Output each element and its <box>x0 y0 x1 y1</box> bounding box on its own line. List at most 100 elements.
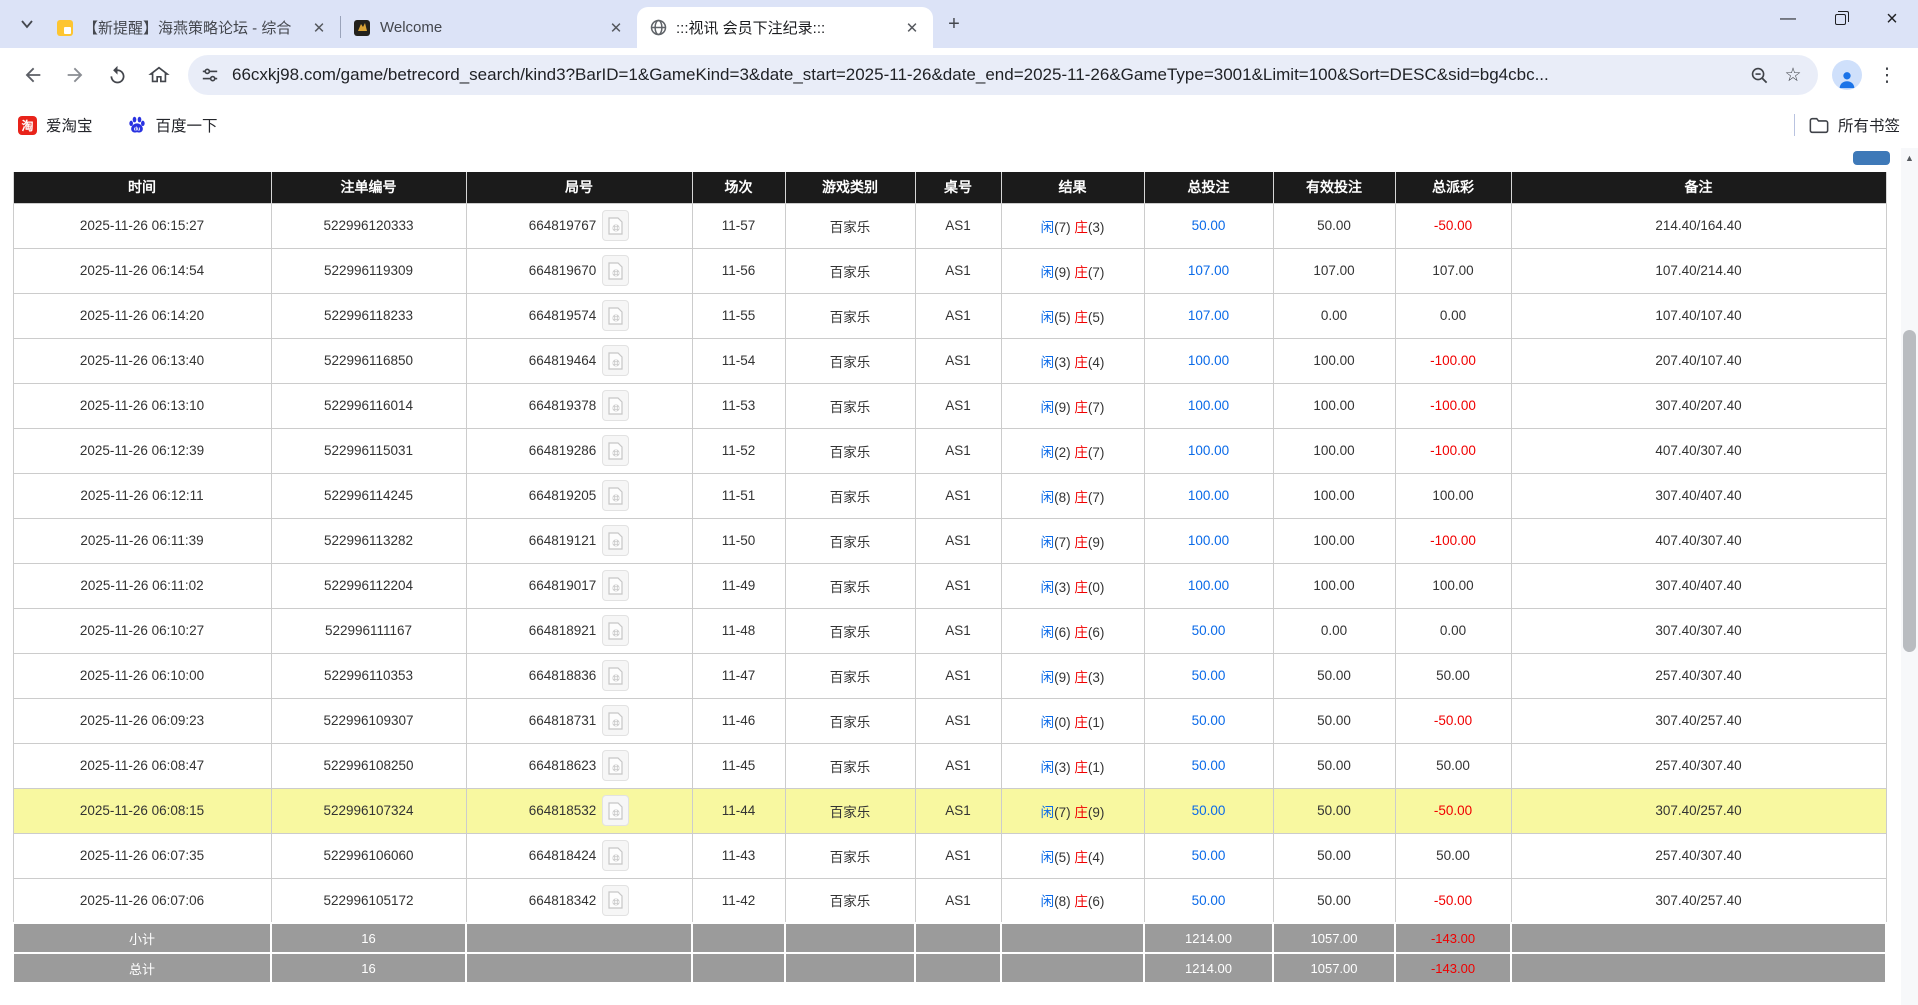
table-row[interactable]: 2025-11-26 06:10:27522996111167664818921… <box>13 608 1886 653</box>
home-button[interactable] <box>140 56 178 94</box>
tab-bet-records-active[interactable]: :::视讯 会员下注纪录::: ✕ <box>637 7 933 48</box>
video-replay-button[interactable] <box>602 300 629 331</box>
bookmark-baidu[interactable]: du 百度一下 <box>127 114 218 136</box>
cell-valid-bet: 50.00 <box>1273 203 1395 248</box>
video-replay-button[interactable] <box>602 480 629 511</box>
table-row[interactable]: 2025-11-26 06:09:23522996109307664818731… <box>13 698 1886 743</box>
cell-total-bet[interactable]: 50.00 <box>1144 743 1273 788</box>
video-replay-button[interactable] <box>602 570 629 601</box>
forward-button[interactable] <box>56 56 94 94</box>
site-settings-icon[interactable] <box>194 59 226 91</box>
cell-total-bet[interactable]: 107.00 <box>1144 248 1273 293</box>
table-row[interactable]: 2025-11-26 06:13:10522996116014664819378… <box>13 383 1886 428</box>
video-replay-button[interactable] <box>602 390 629 421</box>
video-replay-button[interactable] <box>602 885 629 916</box>
tab-search-button[interactable] <box>10 7 44 41</box>
close-window-button[interactable]: × <box>1866 0 1918 38</box>
table-row[interactable]: 2025-11-26 06:12:11522996114245664819205… <box>13 473 1886 518</box>
video-replay-button[interactable] <box>602 345 629 376</box>
tab-close-icon[interactable]: ✕ <box>308 17 330 39</box>
cell-round: 664818623 <box>466 743 692 788</box>
cell-time: 2025-11-26 06:13:10 <box>13 383 271 428</box>
cell-bet-id: 522996120333 <box>271 203 466 248</box>
cell-bet-id: 522996112204 <box>271 563 466 608</box>
cell-total-bet[interactable]: 100.00 <box>1144 383 1273 428</box>
table-row[interactable]: 2025-11-26 06:07:35522996106060664818424… <box>13 833 1886 878</box>
table-row[interactable]: 2025-11-26 06:11:02522996112204664819017… <box>13 563 1886 608</box>
tab-close-icon[interactable]: ✕ <box>605 17 627 39</box>
cell-total-bet[interactable]: 50.00 <box>1144 698 1273 743</box>
url-text[interactable]: 66cxkj98.com/game/betrecord_search/kind3… <box>232 65 1742 85</box>
video-doc-icon <box>608 397 623 415</box>
video-replay-button[interactable] <box>602 840 629 871</box>
cell-total-bet[interactable]: 50.00 <box>1144 653 1273 698</box>
video-doc-icon <box>608 532 623 550</box>
cell-total-bet[interactable]: 107.00 <box>1144 293 1273 338</box>
blue-partial-button[interactable] <box>1853 151 1890 165</box>
table-row[interactable]: 2025-11-26 06:12:39522996115031664819286… <box>13 428 1886 473</box>
tab-welcome[interactable]: Welcome ✕ <box>341 7 637 48</box>
cell-valid-bet: 100.00 <box>1273 563 1395 608</box>
url-bar[interactable]: 66cxkj98.com/game/betrecord_search/kind3… <box>188 55 1818 95</box>
cell-total-bet[interactable]: 50.00 <box>1144 833 1273 878</box>
cell-result: 闲(9) 庄(3) <box>1001 653 1144 698</box>
zoom-page-button[interactable] <box>1742 58 1776 92</box>
scrollbar-thumb[interactable] <box>1903 330 1916 652</box>
vertical-scrollbar[interactable]: ▲ <box>1901 148 1918 1005</box>
cell-total-bet[interactable]: 50.00 <box>1144 788 1273 833</box>
profile-button[interactable] <box>1828 56 1866 94</box>
cell-total-bet[interactable]: 100.00 <box>1144 338 1273 383</box>
cell-remark: 407.40/307.40 <box>1511 518 1886 563</box>
scrollbar-up-arrow[interactable]: ▲ <box>1901 148 1918 168</box>
video-replay-button[interactable] <box>602 435 629 466</box>
cell-game-type: 百家乐 <box>785 428 915 473</box>
cell-result: 闲(5) 庄(5) <box>1001 293 1144 338</box>
reload-button[interactable] <box>98 56 136 94</box>
cell-total-bet[interactable]: 100.00 <box>1144 518 1273 563</box>
tab-close-icon[interactable]: ✕ <box>901 17 923 39</box>
cell-result: 闲(0) 庄(1) <box>1001 698 1144 743</box>
video-replay-button[interactable] <box>602 210 629 241</box>
video-replay-button[interactable] <box>602 705 629 736</box>
tab-title: :::视讯 会员下注纪录::: <box>676 17 892 38</box>
cell-total-bet[interactable]: 50.00 <box>1144 203 1273 248</box>
cell-time: 2025-11-26 06:08:15 <box>13 788 271 833</box>
back-button[interactable] <box>14 56 52 94</box>
cell-round: 664819767 <box>466 203 692 248</box>
table-row[interactable]: 2025-11-26 06:13:40522996116850664819464… <box>13 338 1886 383</box>
cell-game-type: 百家乐 <box>785 383 915 428</box>
cell-total-bet[interactable]: 100.00 <box>1144 563 1273 608</box>
table-row[interactable]: 2025-11-26 06:08:15522996107324664818532… <box>13 788 1886 833</box>
table-row[interactable]: 2025-11-26 06:07:06522996105172664818342… <box>13 878 1886 923</box>
table-row[interactable]: 2025-11-26 06:15:27522996120333664819767… <box>13 203 1886 248</box>
bookmarks-bar: 淘 爱淘宝 du 百度一下 所有书签 <box>0 102 1918 148</box>
cell-total-bet[interactable]: 100.00 <box>1144 428 1273 473</box>
video-replay-button[interactable] <box>602 795 629 826</box>
tab-forum[interactable]: 【新提醒】海燕策略论坛 - 综合 ✕ <box>44 7 340 48</box>
bookmark-star-icon[interactable]: ☆ <box>1776 58 1810 92</box>
video-replay-button[interactable] <box>602 255 629 286</box>
cell-total-bet[interactable]: 50.00 <box>1144 878 1273 923</box>
table-row[interactable]: 2025-11-26 06:08:47522996108250664818623… <box>13 743 1886 788</box>
video-replay-button[interactable] <box>602 750 629 781</box>
video-replay-button[interactable] <box>602 525 629 556</box>
bookmark-aitaobao[interactable]: 淘 爱淘宝 <box>18 114 93 136</box>
minimize-button[interactable]: — <box>1762 0 1814 38</box>
cell-game-type: 百家乐 <box>785 203 915 248</box>
new-tab-button[interactable]: + <box>939 9 969 39</box>
table-row[interactable]: 2025-11-26 06:10:00522996110353664818836… <box>13 653 1886 698</box>
table-row[interactable]: 2025-11-26 06:14:20522996118233664819574… <box>13 293 1886 338</box>
browser-menu-button[interactable]: ⋮ <box>1870 58 1904 92</box>
cell-total-bet[interactable]: 100.00 <box>1144 473 1273 518</box>
restore-button[interactable] <box>1814 0 1866 38</box>
cell-game-type: 百家乐 <box>785 518 915 563</box>
table-row[interactable]: 2025-11-26 06:14:54522996119309664819670… <box>13 248 1886 293</box>
cell-total-bet[interactable]: 50.00 <box>1144 608 1273 653</box>
cell-payout: 107.00 <box>1395 248 1511 293</box>
table-row[interactable]: 2025-11-26 06:11:39522996113282664819121… <box>13 518 1886 563</box>
all-bookmarks-button[interactable]: 所有书签 <box>1809 114 1900 136</box>
video-replay-button[interactable] <box>602 615 629 646</box>
video-replay-button[interactable] <box>602 660 629 691</box>
round-number: 664818424 <box>529 848 597 863</box>
cell-session: 11-46 <box>692 698 785 743</box>
